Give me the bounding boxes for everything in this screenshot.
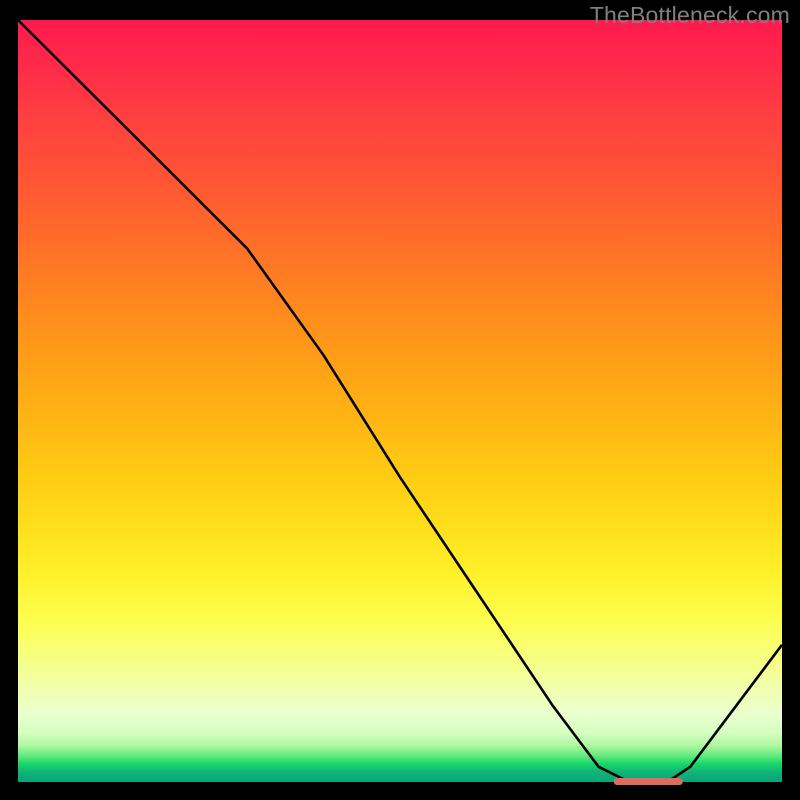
chart-svg <box>18 20 782 782</box>
plot-area <box>18 20 782 782</box>
bottleneck-curve <box>18 20 782 782</box>
watermark-text: TheBottleneck.com <box>590 2 790 29</box>
chart-stage: TheBottleneck.com <box>0 0 800 800</box>
optimal-range-marker <box>614 778 683 785</box>
